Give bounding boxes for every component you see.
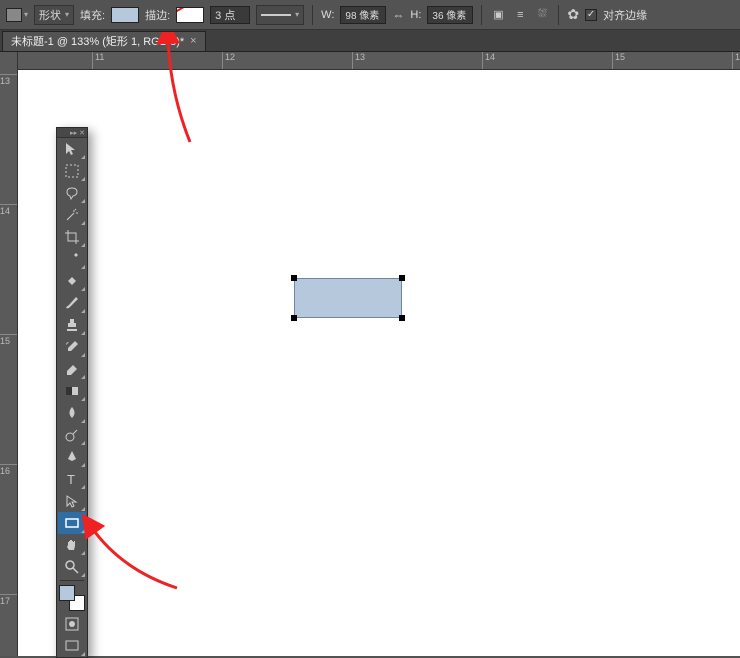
- type-tool[interactable]: T: [58, 468, 86, 490]
- hand-tool[interactable]: [58, 534, 86, 556]
- marquee-tool[interactable]: [58, 160, 86, 182]
- stroke-label: 描边:: [145, 7, 170, 23]
- healing-tool[interactable]: [58, 270, 86, 292]
- tool-preset-icon[interactable]: ▾: [6, 4, 28, 26]
- width-input[interactable]: 98 像素: [340, 6, 386, 24]
- align-edges-label: 对齐边缘: [603, 7, 647, 23]
- crop-tool[interactable]: [58, 226, 86, 248]
- link-icon[interactable]: ⇔: [392, 8, 404, 22]
- tools-panel: ▸▸ ✕ T: [56, 127, 88, 658]
- stroke-size-input[interactable]: 3 点: [210, 6, 250, 24]
- quick-mask-icon[interactable]: [58, 613, 86, 635]
- move-tool[interactable]: [58, 138, 86, 160]
- ruler-tick: 14: [0, 204, 17, 216]
- ruler-tick: 13: [352, 52, 365, 69]
- zoom-tool[interactable]: [58, 556, 86, 578]
- pen-tool[interactable]: [58, 446, 86, 468]
- eyedropper-tool[interactable]: [58, 248, 86, 270]
- color-swatch[interactable]: [59, 585, 85, 611]
- options-bar: ▾ 形状 ▾ 填充: 描边: 3 点 ▾ W: 98 像素 ⇔ H: 36 像素…: [0, 0, 740, 30]
- separator: [60, 580, 84, 581]
- fill-swatch[interactable]: [111, 7, 139, 23]
- path-align-icon[interactable]: ≡: [512, 7, 528, 23]
- height-label: H:: [410, 9, 421, 21]
- ruler-tick: 15: [0, 334, 17, 346]
- ruler-tick: 12: [222, 52, 235, 69]
- blur-tool[interactable]: [58, 402, 86, 424]
- wand-tool[interactable]: [58, 204, 86, 226]
- fill-label: 填充:: [80, 7, 105, 23]
- ruler-tick: 15: [612, 52, 625, 69]
- resize-handle-tr[interactable]: [399, 275, 405, 281]
- path-arrange-icon[interactable]: ⛆: [534, 7, 550, 23]
- document-tab[interactable]: 未标题-1 @ 133% (矩形 1, RGB/8)* ×: [2, 31, 206, 51]
- ruler-tick: 11: [92, 52, 104, 69]
- path-select-tool[interactable]: [58, 490, 86, 512]
- lasso-tool[interactable]: [58, 182, 86, 204]
- ruler-vertical[interactable]: 13 14 15 16 17: [0, 52, 18, 656]
- shape-mode-label: 形状: [39, 7, 61, 23]
- svg-text:T: T: [67, 472, 75, 487]
- dodge-tool[interactable]: [58, 424, 86, 446]
- canvas[interactable]: [18, 70, 740, 656]
- rectangle-shape[interactable]: [294, 278, 402, 318]
- ruler-tick: 14: [482, 52, 495, 69]
- gradient-tool[interactable]: [58, 380, 86, 402]
- ruler-horizontal[interactable]: 11 12 13 14 15 16: [18, 52, 740, 70]
- align-edges-checkbox[interactable]: ✓: [585, 9, 597, 21]
- gear-icon[interactable]: ✿: [567, 6, 579, 23]
- stroke-style-dropdown[interactable]: ▾: [256, 5, 304, 25]
- ruler-tick: 16: [732, 52, 740, 69]
- height-input[interactable]: 36 像素: [427, 6, 473, 24]
- eraser-tool[interactable]: [58, 358, 86, 380]
- stamp-tool[interactable]: [58, 314, 86, 336]
- resize-handle-bl[interactable]: [291, 315, 297, 321]
- stroke-swatch[interactable]: [176, 7, 204, 23]
- screen-mode-icon[interactable]: [58, 635, 86, 657]
- tab-bar: 未标题-1 @ 133% (矩形 1, RGB/8)* ×: [0, 30, 740, 52]
- panel-grip[interactable]: ▸▸ ✕: [57, 128, 87, 138]
- ruler-tick: 13: [0, 74, 17, 86]
- path-combine-icon[interactable]: ▣: [490, 7, 506, 23]
- width-label: W:: [321, 9, 334, 21]
- ruler-tick: 17: [0, 594, 17, 606]
- tab-title: 未标题-1 @ 133% (矩形 1, RGB/8)*: [11, 33, 184, 49]
- ruler-tick: 16: [0, 464, 17, 476]
- brush-tool[interactable]: [58, 292, 86, 314]
- foreground-color[interactable]: [59, 585, 75, 601]
- resize-handle-br[interactable]: [399, 315, 405, 321]
- resize-handle-tl[interactable]: [291, 275, 297, 281]
- tab-close-icon[interactable]: ×: [190, 35, 196, 47]
- rectangle-tool[interactable]: [58, 512, 86, 534]
- shape-mode-dropdown[interactable]: 形状 ▾: [34, 5, 74, 25]
- history-brush-tool[interactable]: [58, 336, 86, 358]
